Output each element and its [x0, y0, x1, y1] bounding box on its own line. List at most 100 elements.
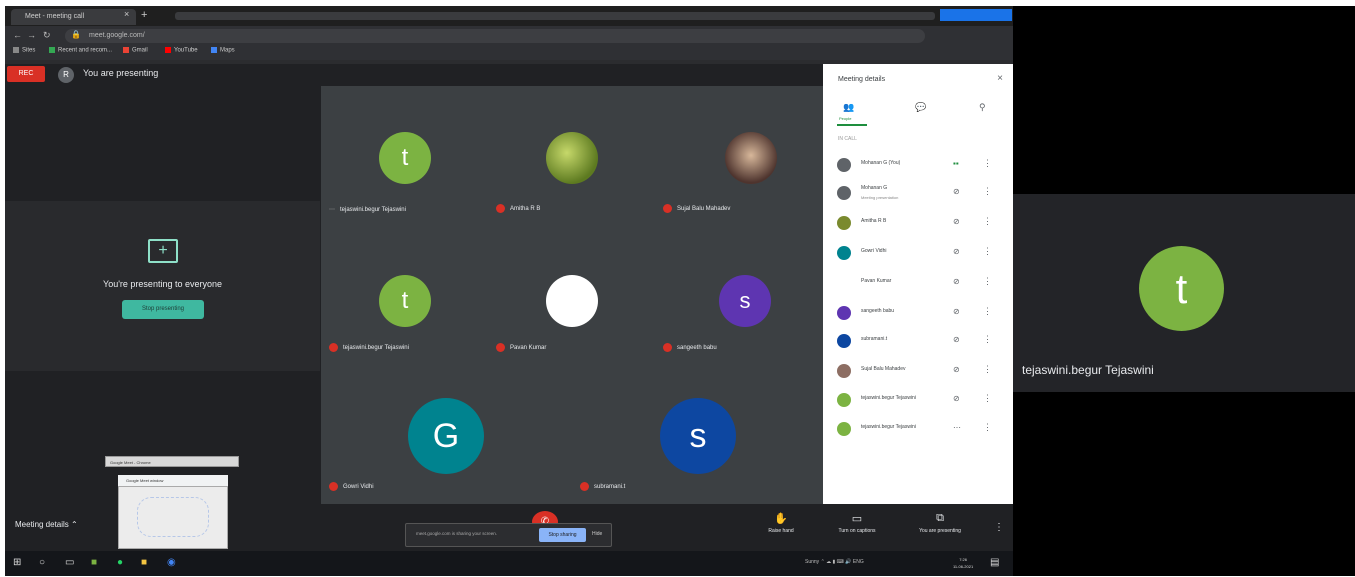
people-icon[interactable]: 👥	[843, 102, 854, 113]
present-button[interactable]: ⧉ You are presenting	[910, 512, 970, 534]
participant-tile[interactable]: t tejaswini.begur Tejaswini	[321, 225, 488, 364]
bookmark-item[interactable]: Recent and recom...	[49, 47, 112, 54]
windows-start-icon[interactable]: ⊞	[13, 557, 21, 568]
hide-button[interactable]: Hide	[592, 531, 602, 537]
active-tab-indicator	[837, 124, 867, 126]
participant-row[interactable]: Gowri Vidhi ⊘ ⋮	[823, 239, 1013, 267]
participant-row[interactable]: Amitha R B ⊘ ⋮	[823, 209, 1013, 237]
more-icon[interactable]: ⋮	[983, 334, 992, 345]
new-tab-icon[interactable]: +	[141, 9, 147, 21]
participant-tile[interactable]: Sujal Balu Mahadev	[655, 86, 822, 225]
mic-off-icon: ⊘	[953, 277, 960, 286]
participant-tile[interactable]: s subramani.t	[572, 364, 823, 503]
clock[interactable]: 7:26 11-06-2021	[953, 556, 973, 570]
meet-screen: Meet - meeting call × + ← → ↻ meet.googl…	[5, 6, 1013, 576]
taskbar: ⊞ ○ ▭ ■ ● ■ ◉ Sunny ⌃ ☁ ▮ ⌨ 🔊 ENG 7:26 11…	[5, 551, 1013, 576]
participant-row[interactable]: Pavan Kumar ⊘ ⋮	[823, 269, 1013, 297]
close-icon[interactable]: ×	[997, 73, 1003, 84]
sharing-notification: meet.google.com is sharing your screen. …	[405, 523, 612, 547]
participant-name: Gowri Vidhi	[861, 248, 887, 254]
url-input[interactable]: meet.google.com/	[65, 29, 925, 43]
participant-tile[interactable]: Amitha R B	[488, 86, 655, 225]
more-icon[interactable]: ⋮	[983, 422, 992, 433]
participant-tile[interactable]: s sangeeth babu	[655, 225, 822, 364]
captions-icon: ▭	[851, 513, 863, 525]
mic-off-icon: ⊘	[953, 365, 960, 374]
meeting-details-button[interactable]: Meeting details ⌃	[15, 520, 78, 529]
app-icon[interactable]: ■	[91, 557, 97, 568]
stop-presenting-button[interactable]: Stop presenting	[122, 300, 204, 319]
captions-button[interactable]: ▭ Turn on captions	[827, 512, 887, 534]
participant-row[interactable]: tejaswini.begur Tejaswini ⊘ ⋮	[823, 386, 1013, 414]
bookmark-item[interactable]: Gmail	[123, 47, 148, 54]
participant-row[interactable]: tejaswini.begur Tejaswini ⋯ ⋮	[823, 415, 1013, 443]
reload-icon[interactable]: ↻	[43, 30, 51, 41]
system-tray[interactable]: Sunny ⌃ ☁ ▮ ⌨ 🔊 ENG	[805, 559, 864, 565]
notification-icon[interactable]: ▤	[990, 557, 999, 568]
whatsapp-icon[interactable]: ●	[117, 557, 123, 568]
section-label: IN CALL	[838, 136, 857, 142]
mic-off-icon: ⊘	[953, 247, 960, 256]
avatar	[546, 132, 598, 184]
participant-row[interactable]: Sujal Balu Mahadev ⊘ ⋮	[823, 357, 1013, 385]
participant-name: sangeeth babu	[677, 345, 717, 352]
close-icon[interactable]: ×	[124, 9, 129, 19]
back-icon[interactable]: ←	[13, 30, 22, 40]
more-icon[interactable]: ⋮	[983, 158, 992, 169]
raise-hand-button[interactable]: ✋ Raise hand	[751, 512, 811, 534]
task-view-icon[interactable]: ▭	[65, 557, 74, 568]
participant-row[interactable]: subramani.t ⊘ ⋮	[823, 327, 1013, 355]
activities-icon[interactable]: ⚲	[979, 102, 986, 113]
more-icon[interactable]: ⋮	[983, 246, 992, 257]
present-icon: ⧉	[936, 512, 944, 524]
bookmark-item[interactable]: Sites	[13, 47, 35, 54]
search-icon[interactable]: ○	[39, 557, 45, 568]
mic-off-icon	[496, 343, 505, 352]
avatar	[837, 186, 851, 200]
bookmark-item[interactable]: YouTube	[165, 47, 198, 54]
participant-row[interactable]: Mohanan G (You) ▪▪ ⋮	[823, 151, 1013, 179]
avatar: G	[408, 398, 484, 474]
thumbnail-bar[interactable]: Google Meet window	[118, 475, 228, 486]
folder-icon[interactable]: ■	[141, 557, 147, 568]
thumbnail-title: Google Meet - Chrome	[105, 456, 239, 467]
participant-name: tejaswini.begur Tejaswini	[343, 345, 409, 352]
stop-sharing-button[interactable]: Stop sharing	[539, 528, 586, 542]
more-icon[interactable]: ⋮	[983, 216, 992, 227]
recording-badge: REC	[7, 66, 45, 82]
present-screen-icon: +	[148, 239, 178, 263]
avatar: t	[379, 275, 431, 327]
browser-tab[interactable]: Meet - meeting call	[11, 9, 136, 25]
mic-off-icon	[329, 343, 338, 352]
more-icon[interactable]: ⋮	[983, 364, 992, 375]
chat-icon[interactable]: 💬	[915, 102, 926, 113]
mic-off-icon: ⊘	[953, 217, 960, 226]
forward-icon[interactable]: →	[27, 30, 36, 40]
participant-tile[interactable]: G Gowri Vidhi	[321, 364, 572, 503]
participant-name: Amitha R B	[510, 206, 541, 213]
thumbnail-preview	[137, 497, 209, 537]
tab-people[interactable]: People	[839, 116, 851, 121]
avatar	[837, 276, 851, 290]
participant-name: Mohanan G	[861, 185, 888, 191]
more-icon[interactable]: ⋮	[983, 276, 992, 287]
presenting-message: You're presenting to everyone	[103, 279, 222, 289]
window-thumbnail[interactable]	[118, 486, 228, 549]
participant-subtitle: Meeting presentation	[861, 195, 899, 200]
avatar: t	[379, 132, 431, 184]
participant-row[interactable]: Mohanan G Meeting presentation ⊘ ⋮	[823, 179, 1013, 207]
more-options-icon[interactable]: ⋮	[994, 522, 1004, 533]
presenting-banner: You are presenting	[83, 68, 159, 78]
more-icon[interactable]: ⋮	[983, 393, 992, 404]
participant-row[interactable]: sangeeth babu ⊘ ⋮	[823, 299, 1013, 327]
participant-name: tejaswini.begur Tejaswini	[861, 424, 916, 430]
more-icon[interactable]: ⋮	[983, 306, 992, 317]
participant-tile[interactable]: Pavan Kumar	[488, 225, 655, 364]
mic-off-icon	[663, 204, 672, 213]
right-participant-avatar: t	[1139, 246, 1224, 331]
chrome-icon[interactable]: ◉	[167, 557, 176, 568]
participant-tile[interactable]: t ⋯ tejaswini.begur Tejaswini	[321, 86, 488, 225]
bookmark-item[interactable]: Maps	[211, 47, 235, 54]
avatar	[837, 158, 851, 172]
more-icon[interactable]: ⋮	[983, 186, 992, 197]
